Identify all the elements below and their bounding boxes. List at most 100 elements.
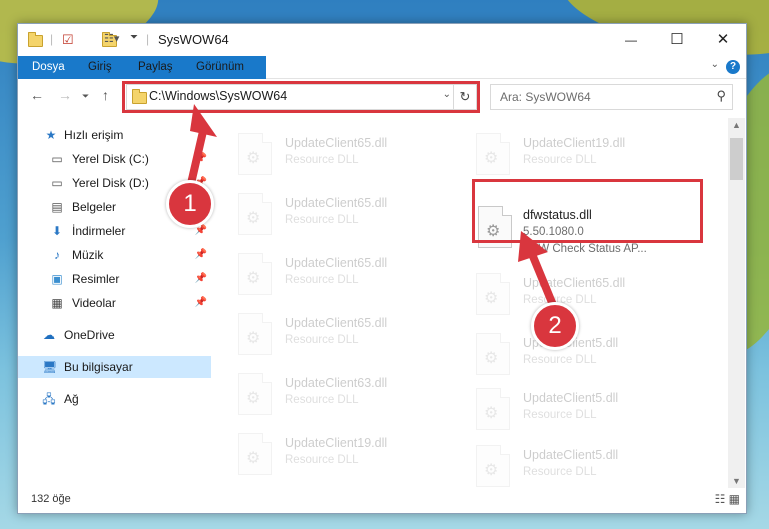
dll-file-icon: ⚙ — [238, 193, 272, 235]
sidebar-item-label: İndirmeler — [72, 224, 126, 238]
sidebar-item-onedrive[interactable]: ☁ OneDrive — [18, 324, 211, 346]
file-name: UpdateClient65.dll — [523, 276, 626, 290]
pin-icon: 📌 — [194, 273, 207, 284]
gear-icon: ⚙ — [246, 450, 261, 467]
file-type: Resource DLL — [285, 214, 359, 226]
download-icon: ⬇ — [51, 224, 63, 238]
view-toggle-icons[interactable]: ☷ ▦ — [715, 492, 740, 506]
sidebar-item-videos[interactable]: ▦ Videolar 📌 — [18, 292, 211, 314]
recent-locations-icon[interactable]: ⏷ — [82, 91, 89, 102]
vertical-scrollbar[interactable]: ▲ ▼ — [728, 118, 745, 488]
gear-icon: ⚙ — [484, 150, 499, 167]
scroll-up-icon[interactable]: ▲ — [732, 120, 741, 130]
gear-icon: ⚙ — [484, 350, 499, 367]
gear-icon: ⚙ — [246, 270, 261, 287]
gear-icon: ⚙ — [246, 210, 261, 227]
music-icon: ♪ — [54, 248, 60, 262]
tab-paylas[interactable]: Paylaş — [128, 56, 183, 78]
cloud-icon: ☁ — [43, 328, 55, 342]
search-placeholder[interactable]: Ara: SysWOW64 — [500, 90, 591, 104]
gear-icon: ⚙ — [246, 390, 261, 407]
search-input[interactable]: Ara: SysWOW64 ⚲ — [490, 84, 733, 110]
back-arrow-icon[interactable]: ← — [30, 87, 44, 103]
sidebar-item-label: Ağ — [64, 392, 79, 406]
sidebar-item-label: Resimler — [72, 272, 120, 286]
file-name: UpdateClient19.dll — [523, 136, 626, 150]
sidebar-item-pictures[interactable]: ▣ Resimler 📌 — [18, 268, 211, 290]
dll-file-icon: ⚙ — [476, 133, 510, 175]
pictures-icon: ▣ — [51, 272, 63, 286]
dll-file-icon: ⚙ — [476, 445, 510, 487]
file-name: UpdateClient65.dll — [285, 316, 388, 330]
window-title: SysWOW64 — [158, 32, 229, 47]
forward-arrow-icon[interactable]: → — [58, 87, 72, 103]
close-button[interactable]: ✕ — [700, 24, 746, 56]
sidebar-item-quick-access[interactable]: ★ Hızlı erişim — [18, 124, 211, 146]
file-item[interactable]: ⚙ UpdateClient65.dll Resource DLL — [218, 188, 438, 240]
file-type: Resource DLL — [285, 154, 359, 166]
file-item[interactable]: ⚙ UpdateClient65.dll Resource DLL — [218, 128, 438, 180]
file-item[interactable]: ⚙ UpdateClient5.dll Resource DLL — [456, 383, 676, 435]
file-item[interactable]: ⚙ UpdateClient63.dll Resource DLL — [218, 368, 438, 420]
pin-icon: 📌 — [194, 153, 207, 164]
file-name: UpdateClient63.dll — [285, 376, 388, 390]
file-item[interactable]: ⚙ UpdateClient19.dll Resource DLL — [456, 128, 676, 180]
scroll-thumb[interactable] — [730, 138, 743, 180]
title-bar: | ☑ ☷▾ ⏷ | SysWOW64 — ☐ ✕ — [18, 24, 746, 56]
file-item[interactable]: ⚙ UpdateClient19.dll Resource DLL — [218, 428, 438, 480]
network-icon: 🖧 — [42, 392, 56, 406]
ribbon-tabs: Dosya Giriş Paylaş Görünüm ⌄ ? — [18, 56, 746, 108]
sidebar-item-network[interactable]: 🖧 Ağ — [18, 388, 211, 410]
customize-icon[interactable]: ☷▾ — [104, 32, 119, 48]
file-type: Resource DLL — [523, 409, 597, 421]
scroll-down-icon[interactable]: ▼ — [732, 476, 741, 486]
help-icon[interactable]: ? — [726, 60, 740, 74]
dll-file-icon: ⚙ — [238, 373, 272, 415]
file-item[interactable]: ⚙ UpdateClient65.dll Resource DLL — [218, 248, 438, 300]
sidebar-item-disk-c[interactable]: ▭ Yerel Disk (C:) 📌 — [18, 148, 211, 170]
dll-file-icon: ⚙ — [476, 273, 510, 315]
minimize-button[interactable]: — — [608, 24, 654, 56]
navigation-pane: ★ Hızlı erişim ▭ Yerel Disk (C:) 📌 ▭ Yer… — [18, 118, 211, 488]
tab-giris[interactable]: Giriş — [78, 56, 122, 78]
file-name: UpdateClient65.dll — [285, 256, 388, 270]
step-badge-1: 1 — [166, 180, 214, 228]
disk-icon: ▭ — [51, 152, 63, 166]
sidebar-item-label: Belgeler — [72, 200, 117, 214]
pin-icon: 📌 — [194, 297, 207, 308]
sidebar-item-this-pc[interactable]: 🖥 Bu bilgisayar — [18, 356, 211, 378]
chevron-down-icon[interactable]: ⌄ — [711, 59, 719, 70]
step-badge-2: 2 — [531, 302, 579, 350]
file-type: Resource DLL — [285, 334, 359, 346]
file-name: UpdateClient5.dll — [523, 391, 619, 405]
computer-icon: 🖥 — [42, 360, 58, 374]
properties-icon[interactable]: ☑ — [62, 32, 74, 48]
file-name: UpdateClient65.dll — [285, 196, 388, 210]
file-type: Resource DLL — [285, 394, 359, 406]
status-bar: 132 öğe ☷ ▦ — [18, 488, 746, 513]
file-highlight-box — [472, 179, 703, 243]
file-type: Resource DLL — [523, 466, 597, 478]
file-description: DFW Check Status AP... — [523, 243, 647, 255]
up-arrow-icon[interactable]: ↑ — [102, 87, 109, 103]
item-count: 132 öğe — [31, 493, 71, 505]
gear-icon: ⚙ — [246, 330, 261, 347]
file-name: UpdateClient19.dll — [285, 436, 388, 450]
sidebar-item-label: Bu bilgisayar — [64, 360, 133, 374]
tab-gorunum[interactable]: Görünüm — [186, 56, 254, 78]
search-icon[interactable]: ⚲ — [716, 88, 726, 104]
documents-icon: ▤ — [51, 200, 63, 214]
file-item[interactable]: ⚙ UpdateClient5.dll Resource DLL — [456, 440, 676, 488]
address-highlight-box — [122, 81, 480, 113]
file-item[interactable]: ⚙ UpdateClient65.dll Resource DLL — [218, 308, 438, 360]
videos-icon: ▦ — [51, 296, 63, 310]
pin-icon: 📌 — [194, 249, 207, 260]
dll-file-icon: ⚙ — [476, 388, 510, 430]
sidebar-item-music[interactable]: ♪ Müzik 📌 — [18, 244, 211, 266]
quick-access-dropdown-icon[interactable]: ⏷ — [130, 32, 138, 48]
dll-file-icon: ⚙ — [476, 333, 510, 375]
file-type: Resource DLL — [523, 354, 597, 366]
dll-file-icon: ⚙ — [238, 313, 272, 355]
gear-icon: ⚙ — [484, 290, 499, 307]
maximize-button[interactable]: ☐ — [654, 24, 700, 56]
